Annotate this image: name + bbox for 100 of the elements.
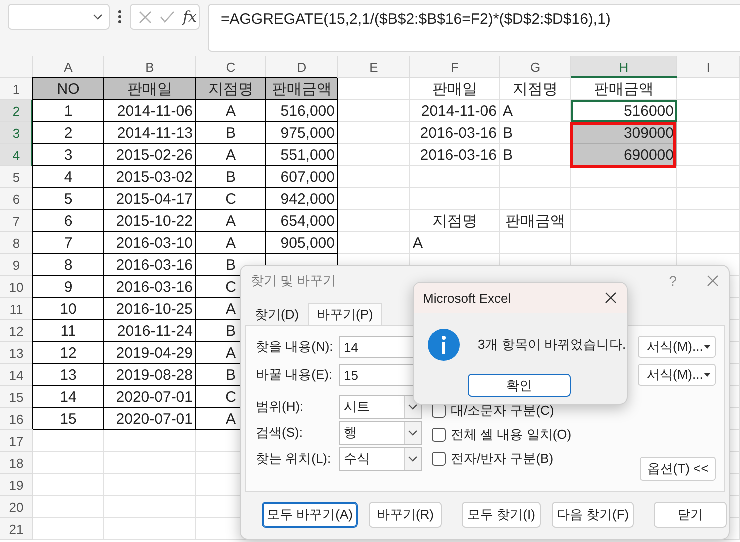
dialog-button[interactable]: 바꾸기(R) [369, 502, 442, 528]
dialog-button[interactable]: 다음 찾기(F) [552, 502, 634, 528]
header-cell: NO [33, 78, 104, 100]
row-header[interactable]: 8 [0, 232, 33, 254]
row-header[interactable]: 1 [0, 78, 33, 100]
checkbox-label[interactable]: 대/소문자 구분(C) [451, 402, 554, 420]
column-header[interactable]: B [104, 56, 196, 78]
row-header[interactable]: 14 [0, 364, 33, 386]
caret-icon [704, 373, 711, 377]
table-cell: A [196, 100, 266, 122]
row-header[interactable]: 2 [0, 100, 33, 122]
table-cell-text: 2016-03-16 [419, 124, 498, 144]
ok-button[interactable]: 확인 [468, 374, 571, 397]
row-header[interactable]: 12 [0, 320, 33, 342]
row-header[interactable]: 21 [0, 518, 33, 540]
caret-icon [704, 345, 711, 349]
column-header[interactable]: G [500, 56, 571, 78]
format-button[interactable]: 서식(M)... [638, 364, 716, 386]
row-header[interactable]: 9 [0, 254, 33, 276]
checkbox[interactable] [432, 428, 446, 442]
caret-icon [408, 404, 418, 410]
field-label: 범위(H): [256, 398, 305, 416]
row-header[interactable]: 10 [0, 276, 33, 298]
table-cell: 2016-03-16 [104, 276, 196, 298]
column-header[interactable]: C [196, 56, 266, 78]
table-cell: 690000 [571, 144, 677, 166]
insert-function-button[interactable]: fx [183, 8, 198, 26]
tab[interactable]: 찾기(D) [246, 303, 308, 325]
format-button[interactable]: 서식(M)... [638, 336, 716, 358]
field-label: 바꿀 내용(E): [256, 366, 334, 384]
column-header[interactable]: H [571, 56, 677, 78]
table-cell: A [196, 144, 266, 166]
table-cell: 942,000 [266, 188, 338, 210]
table-cell: 10 [33, 298, 104, 320]
column-header[interactable]: E [338, 56, 410, 78]
table-cell: 12 [33, 342, 104, 364]
table-cell: 2019-04-29 [104, 342, 196, 364]
row-header[interactable]: 6 [0, 188, 33, 210]
dialog-button[interactable]: 모두 찾기(I) [462, 502, 541, 528]
row-header[interactable]: 17 [0, 430, 33, 452]
table-cell-text: 2016-03-16 [419, 146, 498, 166]
table-cell: 14 [33, 386, 104, 408]
row-header[interactable]: 5 [0, 166, 33, 188]
table-cell: 13 [33, 364, 104, 386]
checkbox[interactable] [432, 404, 446, 418]
dialog-button[interactable]: 모두 바꾸기(A) [262, 502, 358, 528]
table-cell: 2014-11-06 [104, 100, 196, 122]
column-header[interactable]: A [33, 56, 104, 78]
table-cell: 9 [33, 276, 104, 298]
row-header[interactable]: 13 [0, 342, 33, 364]
row-header[interactable]: 3 [0, 122, 33, 144]
table-cell: 2015-10-22 [104, 210, 196, 232]
input-field[interactable]: 15 [339, 364, 415, 386]
tab[interactable]: 바꾸기(P) [308, 303, 382, 325]
table-cell-text: 지점명 [432, 212, 478, 232]
table-cell: 2014-11-13 [104, 122, 196, 144]
table-cell: 2015-03-02 [104, 166, 196, 188]
checkbox-label[interactable]: 전자/반자 구분(B) [451, 450, 554, 468]
row-header[interactable]: 15 [0, 386, 33, 408]
header-cell: 판매일 [104, 78, 196, 100]
dropdown[interactable]: 행 [339, 421, 422, 445]
table-cell: 2015-04-17 [104, 188, 196, 210]
row-header[interactable]: 20 [0, 496, 33, 518]
row-header[interactable]: 4 [0, 144, 33, 166]
table-cell: 654,000 [266, 210, 338, 232]
column-header[interactable]: F [410, 56, 500, 78]
column-header[interactable]: I [677, 56, 740, 78]
caret-icon [408, 430, 418, 436]
column-header[interactable]: D [266, 56, 338, 78]
more-icon[interactable] [118, 10, 122, 24]
checkbox[interactable] [432, 452, 446, 466]
check-icon[interactable] [160, 11, 175, 23]
table-cell-text: 2014-11-06 [420, 102, 498, 122]
table-cell-text: 판매금액 [593, 80, 655, 100]
table-cell-text: A [412, 234, 424, 254]
options-button[interactable]: 옵션(T) << [640, 457, 716, 481]
table-cell: 516,000 [266, 100, 338, 122]
table-cell: 2019-08-28 [104, 364, 196, 386]
dropdown[interactable]: 시트 [339, 395, 422, 419]
field-label: 찾는 위치(L): [256, 450, 332, 468]
info-icon [428, 329, 460, 361]
table-cell: B [196, 166, 266, 188]
dialog-button[interactable]: 닫기 [654, 502, 727, 528]
dropdown[interactable]: 수식 [339, 447, 422, 471]
table-cell: 551,000 [266, 144, 338, 166]
checkbox-label[interactable]: 전체 셀 내용 일치(O) [451, 426, 572, 444]
table-cell: 607,000 [266, 166, 338, 188]
row-header[interactable]: 7 [0, 210, 33, 232]
row-header[interactable]: 19 [0, 474, 33, 496]
table-cell: 2016-03-16 [104, 254, 196, 276]
input-field[interactable]: 14 [339, 336, 415, 358]
table-cell-text: 지점명 [512, 80, 559, 100]
row-header[interactable]: 18 [0, 452, 33, 474]
message-title: Microsoft Excel [423, 290, 512, 306]
row-header[interactable]: 11 [0, 298, 33, 320]
row-header[interactable]: 16 [0, 408, 33, 430]
formula-field[interactable]: =AGGREGATE(15,2,1/($B$2:$B$16=F2)*($D$2:$D$16),1) [208, 4, 740, 52]
table-cell: 2020-07-01 [104, 386, 196, 408]
table-cell: 7 [33, 232, 104, 254]
close-icon[interactable] [605, 292, 617, 304]
